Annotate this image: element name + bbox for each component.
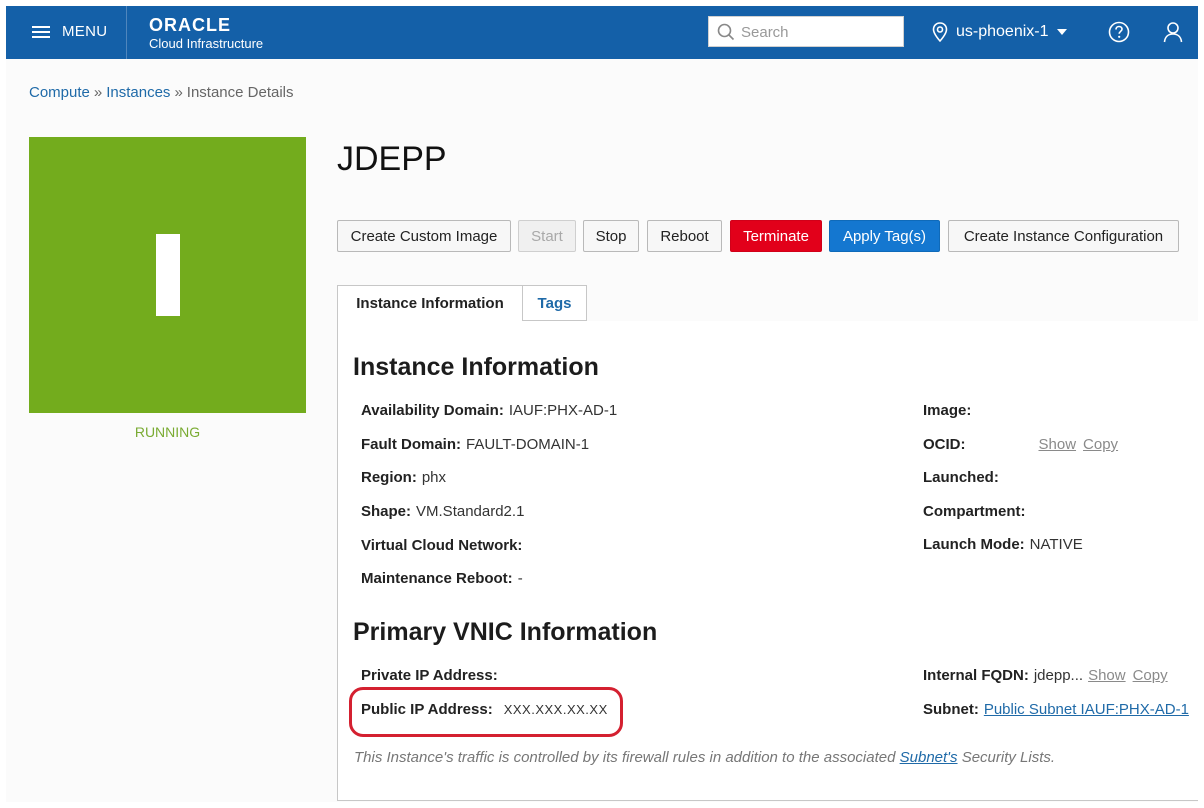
redacted-value — [515, 664, 595, 686]
field-label: Subnet: — [923, 701, 979, 718]
instance-information-heading: Instance Information — [353, 353, 599, 381]
oracle-logo: ORACLE — [149, 15, 231, 35]
shape-field: Shape: VM.Standard2.1 — [361, 503, 524, 520]
redacted-value — [665, 698, 783, 720]
top-navigation-bar: MENU ORACLE Cloud Infrastructure us-phoe… — [6, 6, 1198, 59]
terminate-button[interactable]: Terminate — [730, 220, 822, 252]
primary-vnic-heading: Primary VNIC Information — [353, 618, 658, 646]
instance-status-tile — [29, 137, 306, 413]
field-label: Internal FQDN: — [923, 667, 1029, 684]
virtual-cloud-network-field: Virtual Cloud Network: — [361, 537, 522, 554]
breadcrumb: Compute» Instances» Instance Details — [29, 84, 294, 101]
note-text: Security Lists. — [957, 749, 1056, 766]
compartment-field: Compartment: — [923, 503, 1026, 520]
field-value: VM.Standard2.1 — [416, 503, 525, 520]
field-value: FAULT-DOMAIN-1 — [466, 436, 590, 453]
field-label: Virtual Cloud Network: — [361, 537, 523, 554]
start-button[interactable]: Start — [518, 220, 576, 252]
fault-domain-field: Fault Domain: FAULT-DOMAIN-1 — [361, 436, 589, 453]
stop-button[interactable]: Stop — [583, 220, 639, 252]
field-label: Image: — [923, 402, 972, 419]
page-title: JDEPP — [337, 140, 447, 178]
security-lists-note: This Instance's traffic is controlled by… — [354, 749, 1055, 766]
logo-subtitle: Cloud Infrastructure — [149, 36, 264, 51]
subnet-security-link[interactable]: Subnet's — [900, 749, 958, 766]
tab-bar: Instance Information Tags — [337, 285, 1198, 322]
search-icon — [717, 23, 735, 41]
field-label: Shape: — [361, 503, 412, 520]
topbar-divider — [126, 6, 127, 59]
menu-label: MENU — [62, 23, 108, 40]
field-label: Launch Mode: — [923, 536, 1025, 553]
location-pin-icon — [932, 22, 948, 42]
breadcrumb-instances-link[interactable]: Instances — [106, 84, 170, 101]
availability-domain-field: Availability Domain: IAUF:PHX-AD-1 — [361, 402, 617, 419]
field-label: Compartment: — [923, 503, 1026, 520]
region-field: Region: phx — [361, 469, 446, 486]
help-icon[interactable] — [1108, 21, 1130, 43]
reboot-button[interactable]: Reboot — [647, 220, 722, 252]
region-selector[interactable]: us-phoenix-1 — [932, 20, 1067, 44]
field-value: phx — [421, 469, 447, 486]
subnet-field: Subnet: Public Subnet IAUF:PHX-AD-1 — [923, 701, 1189, 718]
public-ip-highlight-annotation — [349, 687, 623, 737]
user-profile-icon[interactable] — [1163, 21, 1183, 43]
maintenance-reboot-field: Maintenance Reboot: - — [361, 570, 523, 587]
ocid-field: OCID: Show Copy — [923, 436, 1118, 453]
field-value: jdepp... — [1033, 667, 1084, 684]
search-box — [708, 16, 904, 47]
launched-field: Launched: — [923, 469, 999, 486]
region-label: us-phoenix-1 — [956, 23, 1049, 40]
field-label: Availability Domain: — [361, 402, 504, 419]
ocid-copy-link[interactable]: Copy — [1083, 436, 1118, 453]
redacted-value — [540, 534, 642, 556]
breadcrumb-separator: » — [174, 84, 183, 101]
ocid-show-link[interactable]: Show — [1039, 436, 1077, 453]
redacted-value — [985, 399, 1195, 421]
note-text: This Instance's traffic is controlled by… — [354, 749, 900, 766]
search-input[interactable] — [741, 21, 897, 43]
image-field: Image: — [923, 402, 971, 419]
chevron-down-icon — [1056, 29, 1067, 35]
breadcrumb-current: Instance Details — [186, 84, 294, 101]
field-value: IAUF:PHX-AD-1 — [508, 402, 618, 419]
field-label: Fault Domain: — [361, 436, 461, 453]
field-label: Region: — [361, 469, 417, 486]
fqdn-show-link[interactable]: Show — [1088, 667, 1126, 684]
tab-instance-information[interactable]: Instance Information — [337, 285, 523, 322]
field-label: Maintenance Reboot: — [361, 570, 513, 587]
create-custom-image-button[interactable]: Create Custom Image — [337, 220, 511, 252]
tab-tags[interactable]: Tags — [523, 285, 587, 321]
status-badge: RUNNING — [134, 424, 201, 440]
private-ip-field: Private IP Address: — [361, 667, 498, 684]
launch-mode-field: Launch Mode: NATIVE — [923, 536, 1083, 553]
apply-tags-button[interactable]: Apply Tag(s) — [829, 220, 940, 252]
instance-icon — [156, 234, 180, 316]
hamburger-icon — [32, 26, 50, 39]
field-label: Private IP Address: — [361, 667, 498, 684]
internal-fqdn-field: Internal FQDN: jdepp... Show Copy — [923, 667, 1168, 684]
create-instance-configuration-button[interactable]: Create Instance Configuration — [948, 220, 1179, 252]
redacted-value — [1040, 500, 1148, 522]
redacted-value — [1040, 466, 1190, 488]
field-value: - — [517, 570, 523, 587]
field-label: Launched: — [923, 469, 999, 486]
breadcrumb-separator: » — [93, 84, 103, 101]
breadcrumb-compute-link[interactable]: Compute — [29, 84, 90, 101]
field-value: NATIVE — [1029, 536, 1083, 553]
field-label: OCID: — [923, 436, 966, 453]
fqdn-copy-link[interactable]: Copy — [1133, 667, 1168, 684]
menu-button[interactable]: MENU — [6, 6, 126, 59]
subnet-link[interactable]: Public Subnet IAUF:PHX-AD-1 — [984, 701, 1189, 718]
